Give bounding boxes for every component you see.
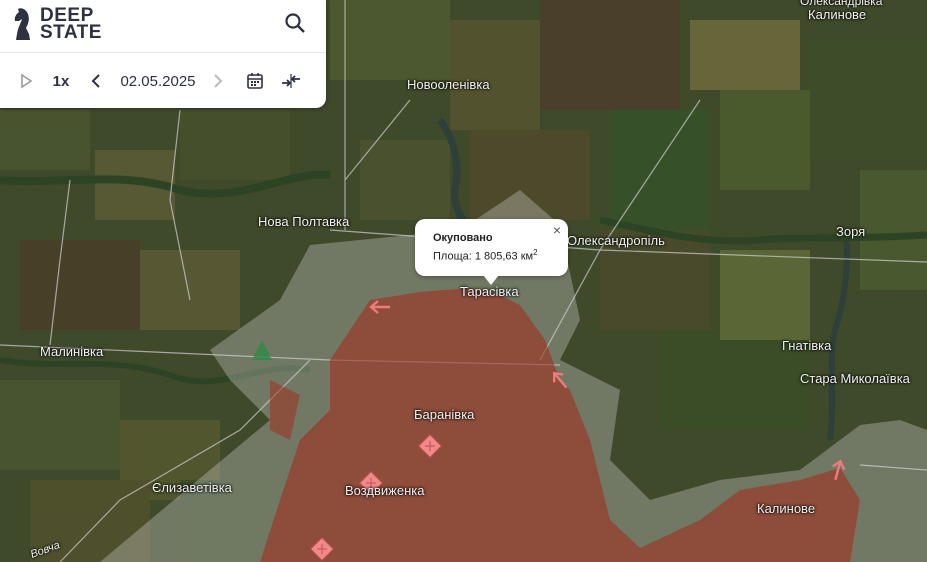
- popup-area: Площа: 1 805,63 км2: [433, 248, 538, 263]
- play-button[interactable]: [15, 68, 37, 94]
- chevron-left-icon: [91, 74, 100, 88]
- popup-title: Окуповано: [433, 232, 493, 244]
- panel-divider: [0, 52, 326, 53]
- place-label: Олександропіль: [567, 233, 665, 248]
- close-icon[interactable]: ×: [553, 222, 561, 238]
- place-label: Зоря: [836, 224, 866, 239]
- popup-area-value: Площа: 1 805,63 км: [433, 250, 534, 263]
- place-label: Баранівка: [414, 407, 475, 422]
- place-label: Єлизаветівка: [152, 480, 232, 495]
- prev-date-button[interactable]: [86, 68, 106, 94]
- popup-area-unit-sup: 2: [533, 248, 538, 257]
- compare-arrows-icon: [282, 74, 300, 88]
- next-date-button[interactable]: [208, 68, 228, 94]
- speed-button[interactable]: 1x: [48, 68, 74, 94]
- control-panel: DEEP STATE 1x 02.05.2025: [0, 0, 326, 108]
- place-label: Воздвиженка: [345, 483, 425, 498]
- search-icon: [285, 13, 305, 33]
- place-label: Малинівка: [40, 344, 104, 359]
- play-icon: [21, 73, 33, 89]
- place-label: Нова Полтавка: [258, 214, 350, 229]
- place-label: Гнатівка: [782, 338, 832, 353]
- date-display[interactable]: 02.05.2025: [116, 68, 200, 94]
- calendar-button[interactable]: [243, 68, 267, 94]
- logo[interactable]: DEEP STATE: [12, 6, 102, 42]
- info-popup: Окуповано Площа: 1 805,63 км2 ×: [415, 219, 568, 276]
- chess-knight-icon: [14, 8, 30, 40]
- logo-line2: STATE: [40, 22, 102, 43]
- place-label: Калинове: [757, 501, 816, 516]
- place-label: Калинове: [808, 7, 867, 22]
- search-button[interactable]: [282, 10, 308, 36]
- place-label: Стара Миколаївка: [800, 371, 910, 386]
- popup-tip: [483, 275, 499, 285]
- calendar-icon: [247, 73, 263, 89]
- place-label: Тарасівка: [460, 284, 519, 299]
- place-label: Новооленівка: [407, 77, 490, 92]
- chevron-right-icon: [214, 74, 223, 88]
- compare-button[interactable]: [278, 68, 304, 94]
